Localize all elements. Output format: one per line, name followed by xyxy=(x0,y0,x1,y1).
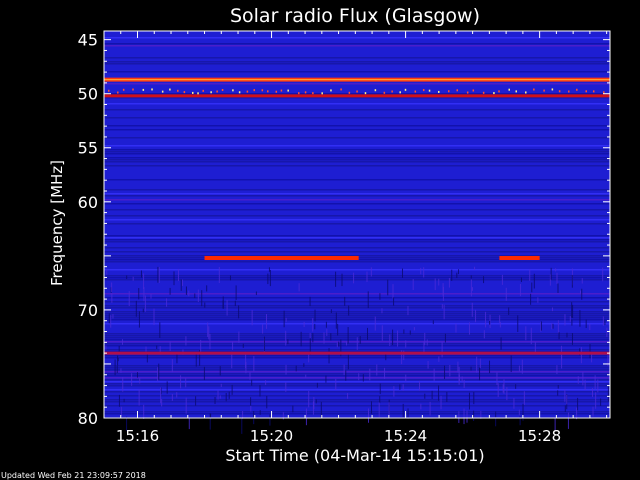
y-tick-label: 45 xyxy=(78,31,98,50)
emission-band-1 xyxy=(104,94,610,98)
emission-band-4 xyxy=(104,351,610,355)
x-tick-label: 15:20 xyxy=(250,427,293,445)
y-axis-label: Frequency [MHz] xyxy=(48,160,66,286)
y-tick-label: 55 xyxy=(78,139,98,158)
x-tick-label: 15:16 xyxy=(116,427,159,445)
spectrogram-figure: Solar radio Flux (Glasgow) 455055607080 … xyxy=(0,0,640,480)
spectrogram-plot-area xyxy=(103,30,611,434)
emission-band-2 xyxy=(204,256,359,261)
updated-timestamp: Updated Wed Feb 21 23:09:57 2018 xyxy=(1,471,146,480)
chart-title: Solar radio Flux (Glasgow) xyxy=(230,5,480,27)
x-tick-label: 15:28 xyxy=(518,427,561,445)
x-axis-label: Start Time (04-Mar-14 15:15:01) xyxy=(225,446,484,465)
emission-band-3 xyxy=(499,256,540,261)
y-tick-label: 60 xyxy=(78,193,98,212)
y-tick-label: 50 xyxy=(78,85,98,104)
y-tick-label: 80 xyxy=(78,409,98,428)
x-tick-label: 15:24 xyxy=(384,427,427,445)
y-tick-label: 70 xyxy=(78,301,98,320)
